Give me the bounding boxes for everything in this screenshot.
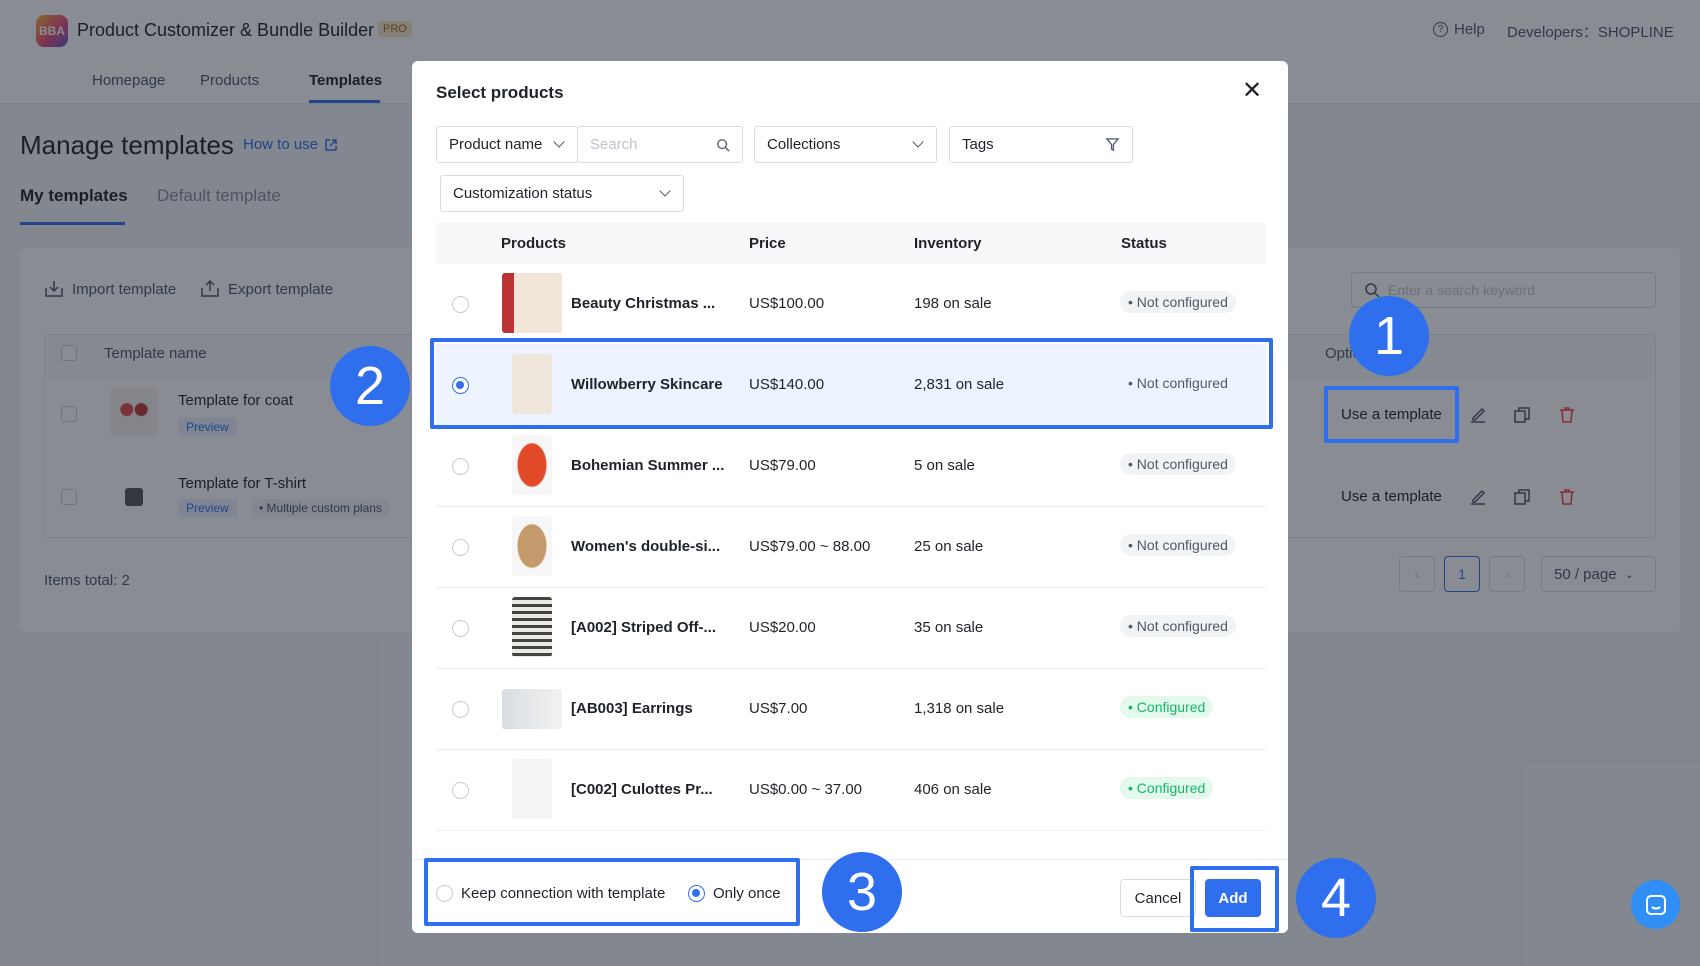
products-table: Products Price Inventory Status Beauty C… [436, 223, 1266, 863]
product-row[interactable]: [AB003] Earrings US$7.00 1,318 on sale •… [436, 669, 1266, 750]
product-thumbnail [512, 759, 552, 819]
status-text: Not configured [1136, 456, 1228, 472]
row-radio[interactable] [452, 701, 469, 718]
chat-launcher[interactable] [1631, 880, 1680, 929]
product-price: US$79.00 ~ 88.00 [749, 538, 871, 555]
product-name: Women's double-si... [571, 538, 721, 555]
product-row[interactable]: Women's double-si... US$79.00 ~ 88.00 25… [436, 507, 1266, 588]
status-text: Configured [1136, 699, 1206, 715]
col-status: Status [1121, 235, 1167, 252]
products-table-header: Products Price Inventory Status [436, 223, 1266, 264]
product-search-placeholder: Search [590, 136, 638, 153]
product-thumbnail [502, 273, 562, 333]
collections-filter[interactable]: Collections [754, 126, 937, 163]
product-price: US$20.00 [749, 619, 816, 636]
product-name: [A002] Striped Off-... [571, 619, 717, 636]
callout-2: 2 [330, 346, 410, 426]
product-name: [C002] Culottes Pr... [571, 781, 713, 798]
row-radio[interactable] [452, 458, 469, 475]
cancel-button[interactable]: Cancel [1120, 879, 1196, 917]
status-badge: • Not configured [1120, 453, 1236, 475]
product-row[interactable]: [A002] Striped Off-... US$20.00 35 on sa… [436, 588, 1266, 669]
product-price: US$0.00 ~ 37.00 [749, 781, 863, 798]
product-inventory: 406 on sale [914, 781, 992, 798]
product-price: US$7.00 [749, 700, 808, 717]
chevron-down-icon [912, 136, 924, 148]
product-name: Bohemian Summer ... [571, 457, 725, 474]
tags-filter-label: Tags [962, 136, 994, 153]
highlight-connection-options [424, 858, 800, 926]
product-row[interactable]: Bohemian Summer ... US$79.00 5 on sale •… [436, 426, 1266, 507]
callout-4: 4 [1296, 858, 1376, 938]
product-inventory: 35 on sale [914, 619, 984, 636]
status-text: Not configured [1136, 618, 1228, 634]
col-products: Products [501, 235, 567, 252]
product-name-filter-label: Product name [449, 136, 543, 153]
status-badge: • Configured [1120, 777, 1214, 799]
callout-1: 1 [1349, 296, 1429, 376]
col-price: Price [749, 235, 786, 252]
product-inventory: 5 on sale [914, 457, 975, 474]
highlight-add-button [1190, 866, 1279, 932]
product-inventory: 198 on sale [914, 295, 992, 312]
status-text: Not configured [1136, 537, 1228, 553]
modal-title: Select products [436, 83, 564, 102]
product-thumbnail [512, 435, 552, 495]
chevron-down-icon [659, 185, 671, 197]
product-search-input[interactable]: Search [577, 126, 743, 163]
status-badge: • Not configured [1120, 615, 1236, 637]
status-badge: • Not configured [1120, 534, 1236, 556]
status-badge: • Not configured [1120, 291, 1236, 313]
status-badge: • Configured [1120, 696, 1214, 718]
product-price: US$79.00 [749, 457, 816, 474]
filter-icon [1105, 138, 1120, 152]
product-name: Beauty Christmas ... [571, 295, 716, 312]
col-inventory: Inventory [914, 235, 982, 252]
collections-filter-label: Collections [767, 136, 841, 153]
product-row[interactable]: Beauty Christmas ... US$100.00 198 on sa… [436, 264, 1266, 345]
row-radio[interactable] [452, 620, 469, 637]
product-row[interactable]: [C002] Culottes Pr... US$0.00 ~ 37.00 40… [436, 750, 1266, 831]
callout-3: 3 [822, 852, 902, 932]
status-text: Configured [1136, 780, 1206, 796]
select-products-modal: Select products ✕ Product name Search Co… [412, 61, 1288, 933]
product-name-filter[interactable]: Product name [436, 126, 578, 163]
customization-status-label: Customization status [453, 185, 593, 202]
row-radio[interactable] [452, 782, 469, 799]
row-radio[interactable] [452, 296, 469, 313]
highlight-selected-product [430, 338, 1273, 429]
customization-status-filter[interactable]: Customization status [440, 175, 684, 212]
product-thumbnail [512, 516, 552, 576]
product-price: US$100.00 [749, 295, 825, 312]
product-inventory: 1,318 on sale [914, 700, 1005, 717]
product-name: [AB003] Earrings [571, 700, 693, 717]
highlight-use-template [1324, 386, 1459, 443]
product-inventory: 25 on sale [914, 538, 984, 555]
product-thumbnail [502, 689, 562, 729]
product-thumbnail [512, 597, 552, 657]
close-icon[interactable]: ✕ [1238, 77, 1266, 105]
chevron-down-icon [553, 136, 565, 148]
tags-filter[interactable]: Tags [949, 126, 1133, 163]
search-icon [717, 139, 730, 152]
chat-icon [1645, 894, 1666, 915]
status-text: Not configured [1136, 294, 1228, 310]
row-radio[interactable] [452, 539, 469, 556]
